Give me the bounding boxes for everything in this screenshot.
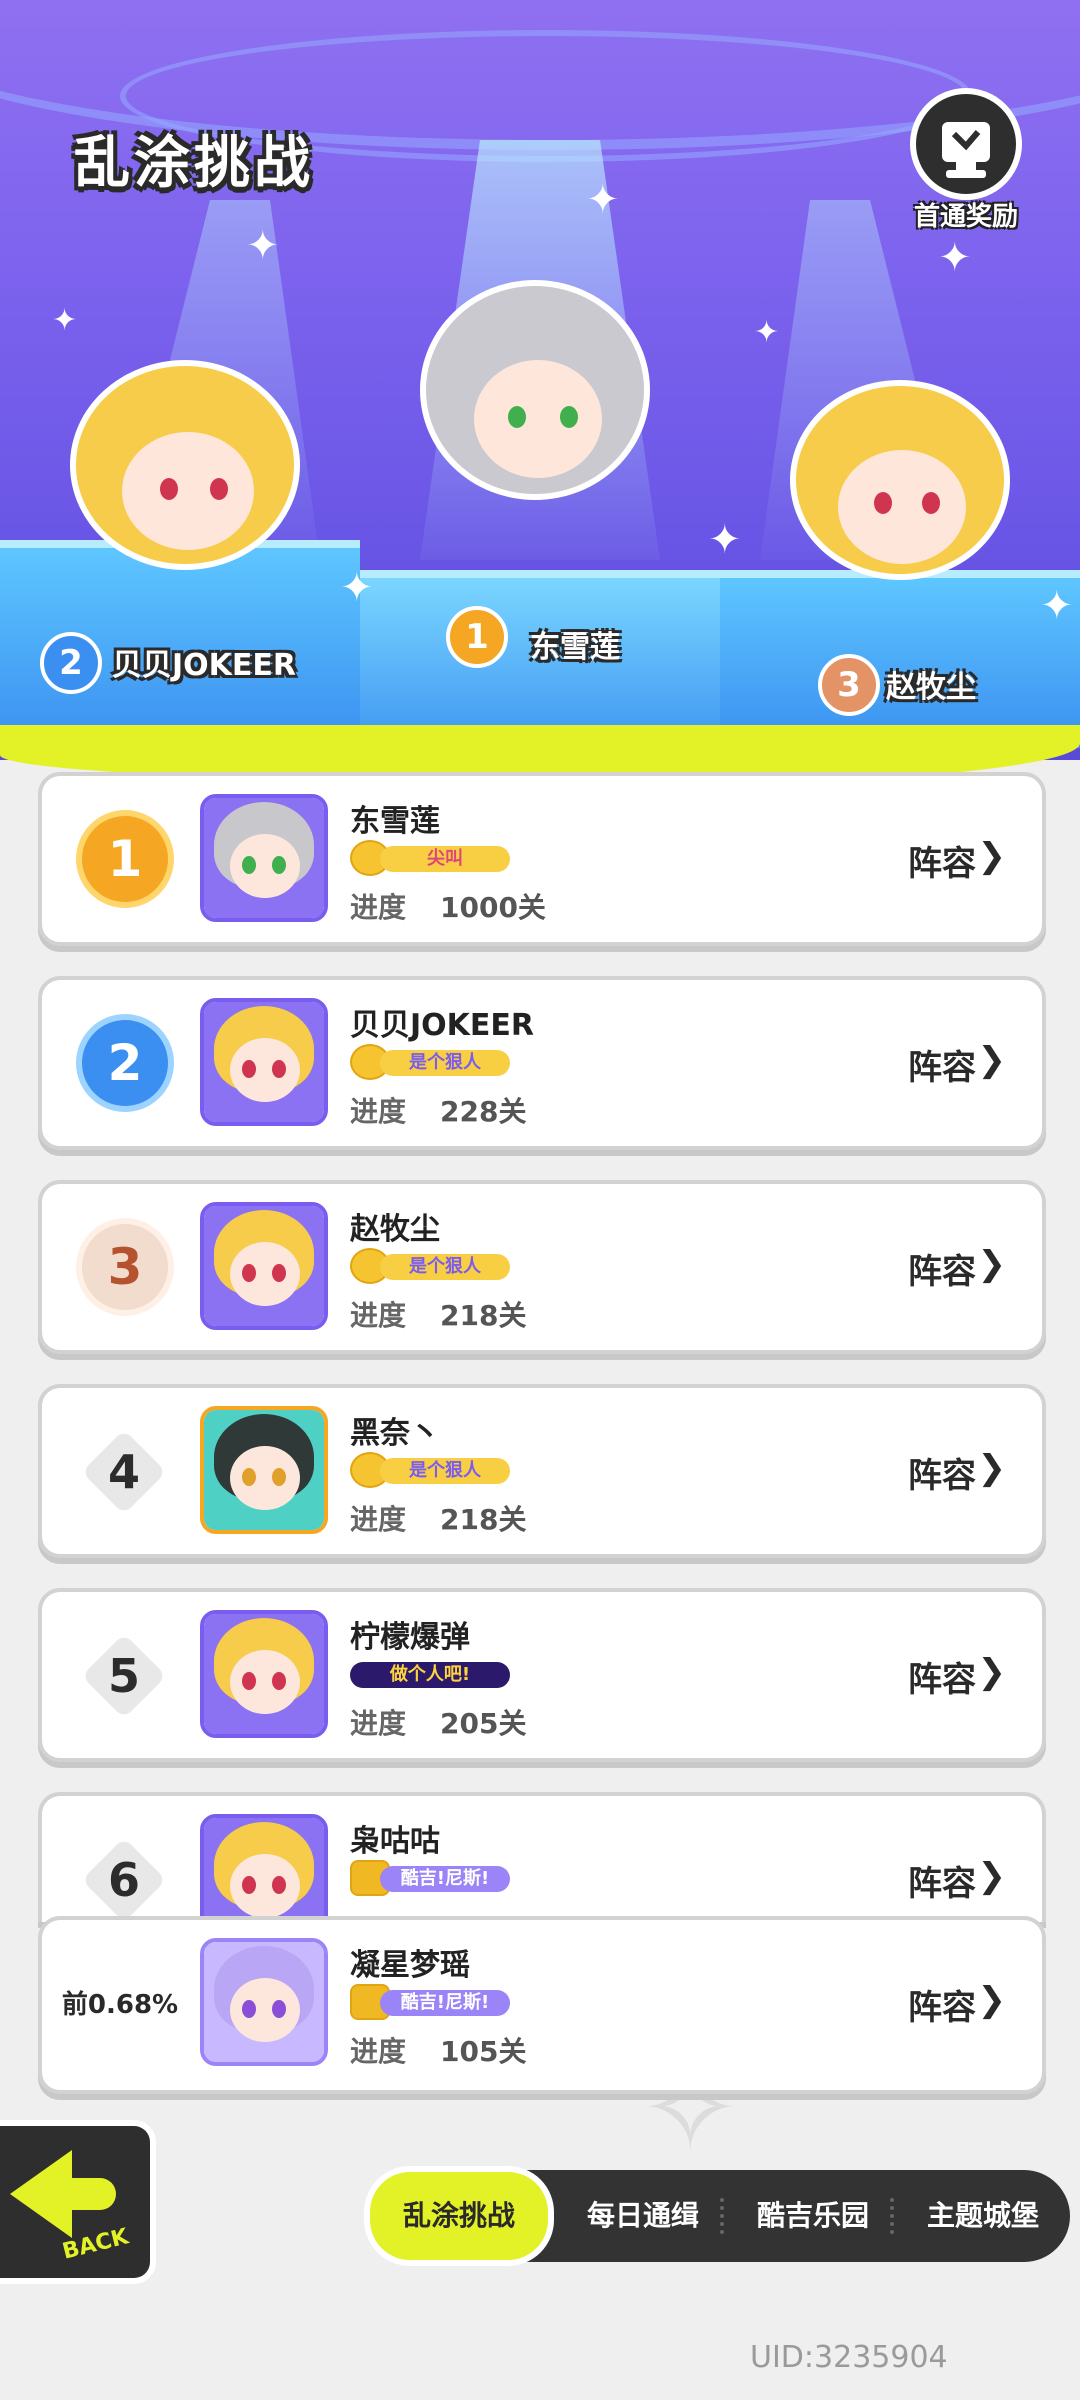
rank-medal-bronze: 3 xyxy=(82,1224,168,1310)
progress-value: 105关 xyxy=(440,2035,527,2068)
title-badge: 是个狠人 xyxy=(350,1452,516,1488)
chevron-right-icon: ❯ xyxy=(977,836,1007,876)
tab-doodle-challenge[interactable]: 乱涂挑战 xyxy=(364,2166,554,2266)
sparkle-icon: ✦ xyxy=(754,315,780,350)
ranking-row[interactable]: 3 赵牧尘 是个狠人 进度 218关 阵容 ❯ xyxy=(38,1180,1046,1354)
lineup-button[interactable]: 阵容 ❯ xyxy=(908,836,1006,884)
title-badge: 做个人吧! xyxy=(350,1656,516,1692)
ranking-row[interactable]: 5 柠檬爆弹 做个人吧! 进度 205关 阵容 ❯ xyxy=(38,1588,1046,1762)
lineup-button[interactable]: 阵容 ❯ xyxy=(908,1244,1006,1292)
my-rank-percentile: 前0.68% xyxy=(61,1990,179,2020)
user-id: UID:3235904 xyxy=(750,2340,948,2375)
trophy-icon xyxy=(910,88,1022,200)
avatar xyxy=(200,1938,328,2066)
progress-value: 1000关 xyxy=(440,891,546,924)
player-name: 凝星梦瑶 xyxy=(350,1948,470,1983)
progress-value: 218关 xyxy=(440,1299,527,1332)
rank-3-badge: 3 xyxy=(818,654,880,716)
rank-number: 6 xyxy=(80,1836,168,1922)
avatar xyxy=(200,1610,328,1738)
chevron-right-icon: ❯ xyxy=(977,1856,1007,1896)
title-badge: 尖叫 xyxy=(350,840,516,876)
chevron-right-icon: ❯ xyxy=(977,1980,1007,2020)
ranking-row[interactable]: 6 枭咕咕 酷吉!尼斯! 阵容 ❯ xyxy=(38,1792,1046,1922)
lineup-button[interactable]: 阵容 ❯ xyxy=(908,1652,1006,1700)
podium-name-2: 贝贝JOKEER xyxy=(112,648,296,683)
podium-character-2 xyxy=(70,360,300,590)
my-ranking-row[interactable]: 前0.68% 凝星梦瑶 酷吉!尼斯! 进度 105关 阵容 ❯ xyxy=(38,1916,1046,2094)
progress-value: 218关 xyxy=(440,1503,527,1536)
sparkle-icon: ✦ xyxy=(246,223,280,269)
rank-number: 4 xyxy=(80,1428,168,1516)
bottom-tab-bar: 乱涂挑战 每日通缉 酷吉乐园 主题城堡 xyxy=(364,2166,1070,2266)
progress-label: 进度 xyxy=(350,1503,407,1536)
lineup-button[interactable]: 阵容 ❯ xyxy=(908,1040,1006,1088)
player-name: 柠檬爆弹 xyxy=(350,1620,470,1655)
title-badge: 酷吉!尼斯! xyxy=(350,1984,516,2020)
progress-label: 进度 xyxy=(350,1299,407,1332)
rank-medal-gold: 1 xyxy=(82,816,168,902)
podium-name-3: 赵牧尘 xyxy=(886,670,976,705)
podium-header: ✦ ✦ ✦ ✦ ✦ ✦ ✦ ✦ 乱涂挑战 首通奖励 2 贝贝JOKEER 1 东… xyxy=(0,0,1080,760)
player-name: 赵牧尘 xyxy=(350,1212,440,1247)
first-clear-reward-button[interactable]: 首通奖励 xyxy=(896,88,1036,238)
player-name: 贝贝JOKEER xyxy=(350,1008,534,1043)
chevron-right-icon: ❯ xyxy=(977,1244,1007,1284)
rank-2-badge: 2 xyxy=(40,632,102,694)
chevron-right-icon: ❯ xyxy=(977,1652,1007,1692)
progress-value: 228关 xyxy=(440,1095,527,1128)
podium-character-1 xyxy=(420,280,650,520)
lineup-button[interactable]: 阵容 ❯ xyxy=(908,1980,1006,2028)
avatar xyxy=(200,1814,328,1922)
progress-label: 进度 xyxy=(350,1707,407,1740)
player-name: 东雪莲 xyxy=(350,804,440,839)
tab-theme-castle[interactable]: 主题城堡 xyxy=(898,2170,1068,2262)
avatar xyxy=(200,998,328,1126)
chevron-right-icon: ❯ xyxy=(977,1040,1007,1080)
sparkle-icon: ✦ xyxy=(52,303,78,338)
podium-character-3 xyxy=(790,380,1010,600)
back-button[interactable]: BACK xyxy=(0,2120,156,2284)
ranking-row[interactable]: 2 贝贝JOKEER 是个狠人 进度 228关 阵容 ❯ xyxy=(38,976,1046,1150)
tab-kuji-park[interactable]: 酷吉乐园 xyxy=(728,2170,898,2262)
title-badge: 是个狠人 xyxy=(350,1248,516,1284)
sparkle-icon: ✦ xyxy=(340,565,374,611)
rank-number: 5 xyxy=(80,1632,168,1720)
page-title: 乱涂挑战 xyxy=(74,131,314,196)
podium-name-1: 东雪莲 xyxy=(530,630,620,665)
progress-label: 进度 xyxy=(350,2035,407,2068)
sparkle-icon: ✦ xyxy=(938,235,972,281)
lineup-button[interactable]: 阵容 ❯ xyxy=(908,1448,1006,1496)
sparkle-icon: ✦ xyxy=(708,517,742,563)
lineup-button[interactable]: 阵容 ❯ xyxy=(908,1856,1006,1904)
ranking-row[interactable]: 4 黑奈丶 是个狠人 进度 218关 阵容 ❯ xyxy=(38,1384,1046,1558)
rank-1-badge: 1 xyxy=(446,606,508,668)
progress-label: 进度 xyxy=(350,1095,407,1128)
player-name: 枭咕咕 xyxy=(350,1824,440,1859)
sparkle-icon: ✦ xyxy=(586,177,620,223)
progress-label: 进度 xyxy=(350,891,407,924)
player-name: 黑奈丶 xyxy=(350,1416,440,1451)
title-badge: 酷吉!尼斯! xyxy=(350,1860,516,1896)
sparkle-icon: ✦ xyxy=(1040,583,1074,629)
chevron-right-icon: ❯ xyxy=(977,1448,1007,1488)
first-clear-reward-label: 首通奖励 xyxy=(913,202,1018,232)
avatar xyxy=(200,1406,328,1534)
tab-daily-wanted[interactable]: 每日通缉 xyxy=(558,2170,728,2262)
progress-value: 205关 xyxy=(440,1707,527,1740)
title-badge: 是个狠人 xyxy=(350,1044,516,1080)
avatar xyxy=(200,1202,328,1330)
rank-medal-silver: 2 xyxy=(82,1020,168,1106)
ranking-row[interactable]: 1 东雪莲 尖叫 进度 1000关 阵容 ❯ xyxy=(38,772,1046,946)
avatar xyxy=(200,794,328,922)
